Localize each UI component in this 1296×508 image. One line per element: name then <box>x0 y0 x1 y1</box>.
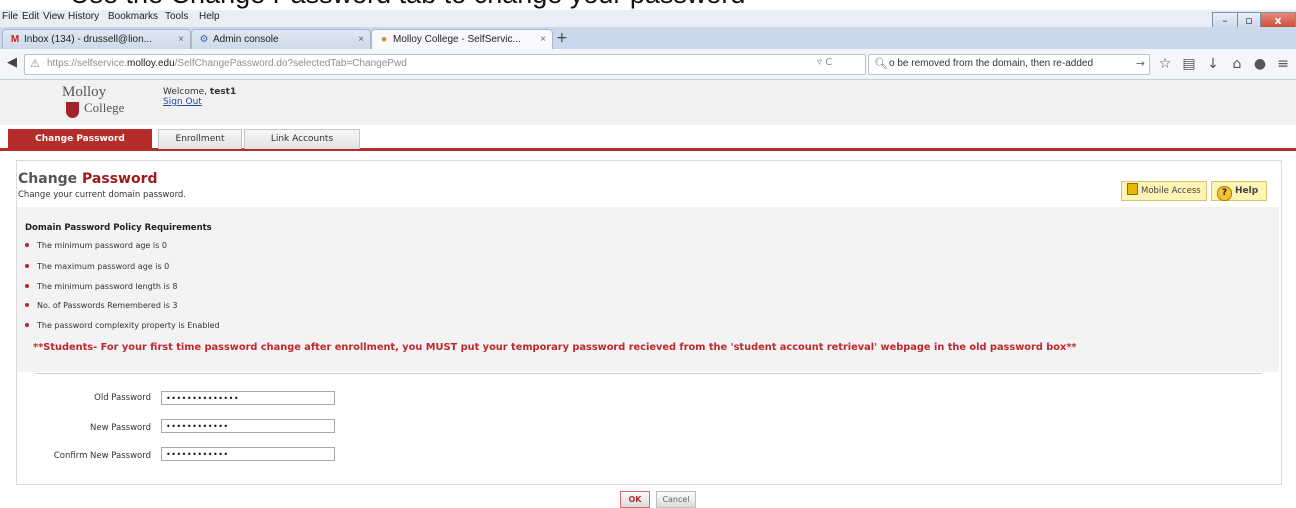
confirm-password-label: Confirm New Password <box>53 451 151 461</box>
search-text: o be removed from the domain, then re-ad… <box>889 58 1094 69</box>
old-password-field[interactable]: •••••••••••••• <box>161 391 335 405</box>
help-button[interactable]: ? Help <box>1211 181 1267 201</box>
browser-tab-selfservice[interactable]: ● Molloy College - SelfServic... × <box>371 29 553 50</box>
mobile-icon <box>1127 183 1138 195</box>
browser-tab-admin[interactable]: ⚙ Admin console × <box>191 29 371 50</box>
policy-rule: The password complexity property is Enab… <box>25 321 220 330</box>
bullet-icon <box>25 323 29 327</box>
search-go-icon[interactable]: → <box>1136 57 1145 70</box>
home-icon[interactable]: ⌂ <box>1228 56 1246 72</box>
policy-heading: Domain Password Policy Requirements <box>25 223 212 233</box>
molloy-logo: Molloy College <box>52 84 142 124</box>
logo-text-molloy: Molloy <box>62 84 107 100</box>
bookmark-star-icon[interactable]: ☆ <box>1156 56 1174 72</box>
help-icon: ? <box>1217 186 1232 201</box>
url-domain: molloy.edu <box>127 58 175 69</box>
tab-label: Molloy College - SelfServic... <box>393 34 521 45</box>
url-prefix: https://selfservice. <box>47 58 128 69</box>
mobile-access-label: Mobile Access <box>1141 186 1201 196</box>
back-arrow-icon[interactable]: ◀ <box>3 55 21 73</box>
students-note: **Students- For your first time password… <box>33 342 1077 353</box>
rule-text: No. of Passwords Remembered is 3 <box>37 301 178 310</box>
old-password-label: Old Password <box>94 393 151 403</box>
page-subtitle: Change your current domain password. <box>18 190 187 200</box>
menu-bookmarks[interactable]: Bookmarks <box>108 11 158 22</box>
gmail-icon: M <box>10 34 20 45</box>
rule-text: The maximum password age is 0 <box>37 262 170 271</box>
welcome-text: Welcome, test1 <box>163 87 236 97</box>
policy-rule: No. of Passwords Remembered is 3 <box>25 301 177 310</box>
tab-label: Admin console <box>213 34 279 45</box>
divider <box>36 373 1262 374</box>
shield-icon <box>66 102 79 118</box>
new-password-field[interactable]: •••••••••••• <box>161 419 335 433</box>
url-path: /SelfChangePassword.do?selectedTab=Chang… <box>174 58 407 69</box>
reload-icon[interactable]: ▿ C <box>817 57 832 68</box>
close-tab-icon[interactable]: × <box>358 30 364 49</box>
logo-text-college: College <box>84 100 125 115</box>
sign-out-link[interactable]: Sign Out <box>163 97 202 107</box>
policy-rule: The minimum password length is 8 <box>25 282 178 291</box>
bookmarks-list-icon[interactable]: ▤ <box>1180 56 1198 72</box>
new-password-label: New Password <box>90 423 151 433</box>
tab-change-password[interactable]: Change Password <box>8 129 152 149</box>
tab-link-accounts[interactable]: Link Accounts <box>244 129 360 149</box>
mobile-access-button[interactable]: Mobile Access <box>1121 181 1207 201</box>
download-icon[interactable]: ↓ <box>1204 56 1222 72</box>
app-tabs: Change Password Enrollment Link Accounts <box>0 128 1296 151</box>
browser-menubar: File Edit View History Bookmarks Tools H… <box>0 10 1296 31</box>
username: test1 <box>209 87 237 97</box>
url-text: https://selfservice.molloy.edu/SelfChang… <box>47 58 407 69</box>
rule-text: The password complexity property is Enab… <box>37 321 220 330</box>
chat-icon[interactable]: ● <box>1251 56 1269 72</box>
welcome-prefix: Welcome, <box>163 87 210 97</box>
browser-tab-inbox[interactable]: M Inbox (134) - drussell@lion... × <box>2 29 191 50</box>
menu-tools[interactable]: Tools <box>165 11 188 22</box>
admin-icon: ⚙ <box>199 34 209 45</box>
ok-button[interactable]: OK <box>620 491 650 508</box>
menu-file[interactable]: File <box>2 11 18 22</box>
selfservice-icon: ● <box>380 34 388 45</box>
close-tab-icon[interactable]: × <box>540 30 546 49</box>
search-icon: 🔍︎ <box>874 57 888 70</box>
page-title: Change Password <box>18 171 158 187</box>
cancel-button[interactable]: Cancel <box>656 491 696 508</box>
overlay-caption: Use the Change Password tab to change yo… <box>70 0 745 10</box>
policy-rule: The maximum password age is 0 <box>25 262 169 271</box>
bullet-icon <box>25 243 29 247</box>
bullet-icon <box>25 303 29 307</box>
rule-text: The minimum password length is 8 <box>37 282 178 291</box>
help-label: Help <box>1235 186 1259 196</box>
browser-navbar: ◀ ⚠ https://selfservice.molloy.edu/SelfC… <box>0 49 1296 80</box>
menu-view[interactable]: View <box>43 11 65 22</box>
warning-icon: ⚠ <box>30 57 40 70</box>
tab-label: Inbox (134) - drussell@lion... <box>24 34 152 45</box>
title-part2: Password <box>82 171 158 187</box>
rule-text: The minimum password age is 0 <box>37 241 167 250</box>
browser-tabbar: M Inbox (134) - drussell@lion... × ⚙ Admin … <box>0 27 1296 50</box>
url-bar[interactable]: ⚠ https://selfservice.molloy.edu/SelfCha… <box>24 54 866 75</box>
bullet-icon <box>25 264 29 268</box>
menu-icon[interactable]: ≡ <box>1274 56 1292 72</box>
menu-edit[interactable]: Edit <box>22 11 39 22</box>
confirm-password-field[interactable]: •••••••••••• <box>161 447 335 461</box>
menu-help[interactable]: Help <box>199 11 220 22</box>
close-tab-icon[interactable]: × <box>178 30 184 49</box>
menu-history[interactable]: History <box>68 11 99 22</box>
new-tab-icon[interactable]: + <box>556 30 568 46</box>
title-part1: Change <box>18 171 83 187</box>
search-bar[interactable]: 🔍︎ o be removed from the domain, then re… <box>868 54 1150 75</box>
bullet-icon <box>25 284 29 288</box>
policy-rule: The minimum password age is 0 <box>25 241 167 250</box>
tab-enrollment[interactable]: Enrollment <box>158 129 242 149</box>
